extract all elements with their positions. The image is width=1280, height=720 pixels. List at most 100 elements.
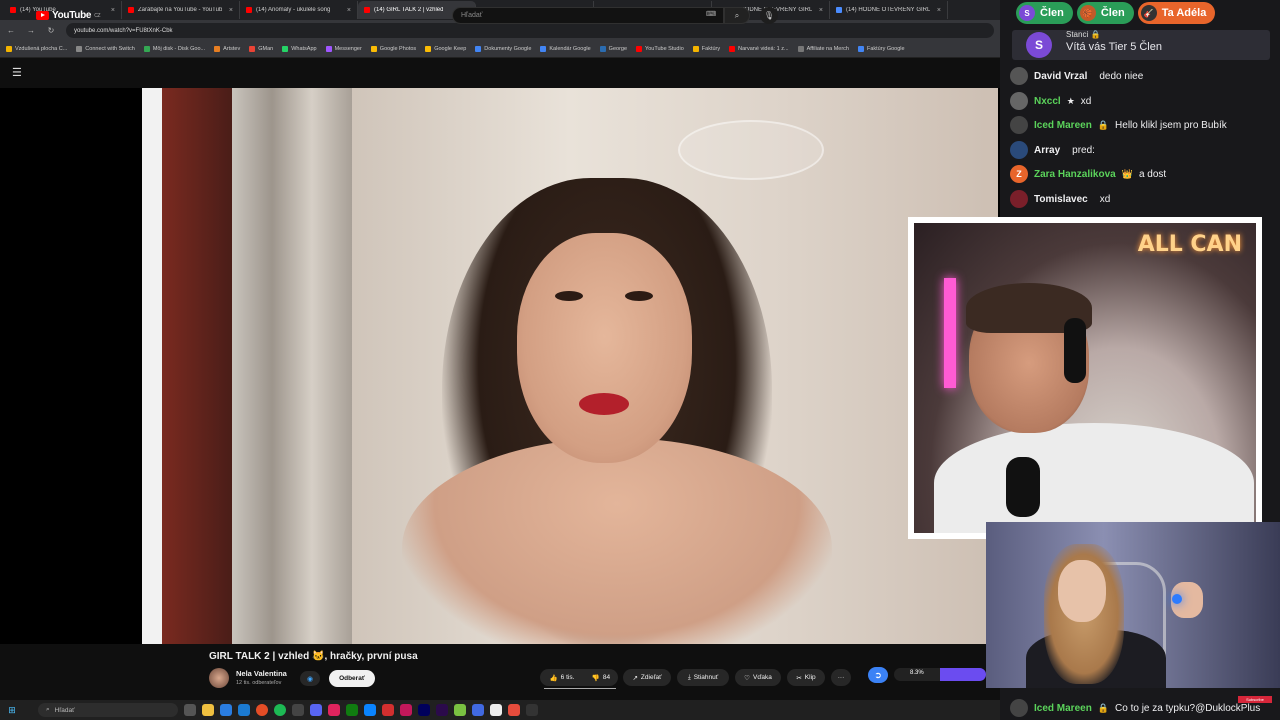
bookmark-item[interactable]: Google Keep [425, 46, 466, 52]
bookmark-item[interactable]: Faktúry [692, 46, 720, 52]
chat-text: pred: [1072, 144, 1095, 156]
bookmark-item[interactable]: Affiliate na Merch [797, 46, 849, 52]
tab-favicon-icon [364, 7, 370, 13]
extension-icon[interactable]: ➲ [868, 667, 888, 683]
xbox-icon[interactable] [346, 704, 358, 716]
chat-username[interactable]: Array [1034, 145, 1060, 156]
search-button[interactable]: ⌕ [724, 7, 750, 24]
like-button[interactable]: 👍 6 tis. [540, 669, 584, 686]
premiere-icon[interactable] [436, 704, 448, 716]
share-button[interactable]: ↗ Zdieľať [623, 669, 671, 686]
bookmark-favicon-icon [475, 46, 482, 52]
bookmark-item[interactable]: Google Photos [370, 46, 416, 52]
app-icon[interactable] [508, 704, 520, 716]
close-icon[interactable]: × [111, 7, 115, 14]
task-view-icon[interactable] [184, 704, 196, 716]
voice-search-button[interactable]: 🎙 [760, 7, 778, 24]
bookmark-item[interactable]: Kalendár Google [540, 46, 591, 52]
video-frame[interactable] [142, 88, 998, 644]
chrome-icon[interactable] [256, 704, 268, 716]
download-icon: ⤓ [687, 673, 691, 681]
chat-avatar [1010, 141, 1028, 159]
taskbar-search[interactable]: ⌕ Hľadať [38, 703, 178, 717]
bookmark-item[interactable]: Môj disk - Disk Goo... [143, 46, 205, 52]
chat-username[interactable]: Tomislavec [1034, 194, 1088, 205]
close-icon[interactable]: × [819, 7, 823, 14]
app-icon[interactable] [382, 704, 394, 716]
tab-label: (14) Anomaly - ukulele song [256, 7, 331, 13]
bookmark-item[interactable]: Messenger [325, 46, 362, 52]
chat-username[interactable]: Zara Hanzalikova [1034, 169, 1116, 180]
chat-message: Nxccl ★ xd [1010, 90, 1091, 112]
bookmark-item[interactable]: Connect with Switch [76, 46, 135, 52]
bookmark-item[interactable]: WhatsApp [282, 46, 317, 52]
discord-icon[interactable] [310, 704, 322, 716]
app-icon[interactable] [220, 704, 232, 716]
badge-label: Člen [1040, 7, 1064, 19]
chat-username[interactable]: Iced Mareen [1034, 120, 1092, 131]
tab-label: (14) HODNÉ OTEVŘENÝ GIRL [846, 7, 931, 13]
more-actions-button[interactable]: ··· [831, 669, 851, 686]
download-button[interactable]: ⤓ Stiahnuť [677, 669, 729, 686]
subscribe-button[interactable]: Odberať [329, 670, 375, 687]
bookmark-item[interactable]: George [599, 46, 627, 52]
bookmark-item[interactable]: Dokumenty Google [475, 46, 531, 52]
channel-avatar[interactable] [209, 668, 229, 688]
app-icon[interactable] [472, 704, 484, 716]
browser-tab[interactable]: (14) Anomaly - ukulele song × [240, 1, 358, 19]
bookmark-item[interactable]: Faktúry Google [857, 46, 905, 52]
channel-name[interactable]: Nela Valentina [236, 669, 287, 678]
app-icon[interactable] [490, 704, 502, 716]
lightroom-icon[interactable] [418, 704, 430, 716]
chat-username[interactable]: Iced Mareen [1034, 703, 1092, 714]
like-count: 6 tis. [560, 674, 575, 681]
app-icon[interactable] [364, 704, 376, 716]
close-icon[interactable]: × [229, 7, 233, 14]
chat-avatar [1010, 699, 1028, 717]
keyboard-icon[interactable]: ⌨ [706, 10, 716, 18]
chat-username[interactable]: Nxccl [1034, 96, 1061, 107]
url-field[interactable]: youtube.com/watch?v=FU8tXnK-Cbk [66, 23, 994, 38]
app-icon[interactable] [292, 704, 304, 716]
chat-username[interactable]: David Vrzal [1034, 71, 1087, 82]
membership-badge: 🎸 Ta Adéla [1137, 2, 1216, 24]
search-input[interactable]: Hľadať [452, 7, 724, 24]
close-icon[interactable]: × [937, 7, 941, 14]
dislike-button[interactable]: 👎 84 [584, 669, 618, 686]
bookmark-item[interactable]: Narvané videá: 1 z... [729, 46, 789, 52]
browser-tab[interactable]: (14) HODNÉ OTEVŘENÝ GIRL × [830, 1, 948, 19]
bookmark-item[interactable]: Artstev [214, 46, 240, 52]
forward-icon[interactable]: → [26, 26, 36, 35]
badge-icon: 🎸 [1140, 5, 1157, 21]
windows-start-icon[interactable]: ⊞ [6, 704, 18, 716]
chat-avatar [1010, 92, 1028, 110]
thumbs-down-icon: 👎 [591, 674, 600, 682]
app-icon[interactable] [526, 704, 538, 716]
back-icon[interactable]: ← [6, 26, 16, 35]
membership-button[interactable]: ◉ [300, 671, 320, 686]
app-icon[interactable] [400, 704, 412, 716]
tab-favicon-icon [128, 7, 134, 13]
app-icon[interactable] [238, 704, 250, 716]
thanks-button[interactable]: ♡ Vďaka [735, 669, 781, 686]
youtube-header [0, 58, 1000, 88]
microphone-icon: 🎙 [763, 11, 775, 20]
windows-taskbar: ⊞ ⌕ Hľadať [0, 700, 1000, 720]
video-title: GIRL TALK 2 | vzhled 🐱, hračky, první pu… [209, 651, 418, 662]
reload-icon[interactable]: ↻ [46, 26, 56, 35]
youtube-logo[interactable]: YouTube CZ [36, 10, 101, 21]
bookmark-item[interactable]: YouTube Studio [636, 46, 684, 52]
bookmark-item[interactable]: Vzdušená plocha C... [6, 46, 67, 52]
spotify-icon[interactable] [274, 704, 286, 716]
overlay-progress-bar: 8.3% [894, 668, 986, 681]
tab-favicon-icon [836, 7, 842, 13]
app-icon[interactable] [328, 704, 340, 716]
hamburger-menu-icon[interactable]: ☰ [12, 66, 22, 79]
close-icon[interactable]: × [347, 7, 351, 14]
file-explorer-icon[interactable] [202, 704, 214, 716]
chat-text: a dost [1138, 168, 1167, 180]
app-icon[interactable] [454, 704, 466, 716]
clip-button[interactable]: ✂ Klip [787, 669, 825, 686]
bookmark-item[interactable]: GMan [249, 46, 273, 52]
browser-tab[interactable]: Zarábajte na YouTube - YouTub × [122, 1, 240, 19]
